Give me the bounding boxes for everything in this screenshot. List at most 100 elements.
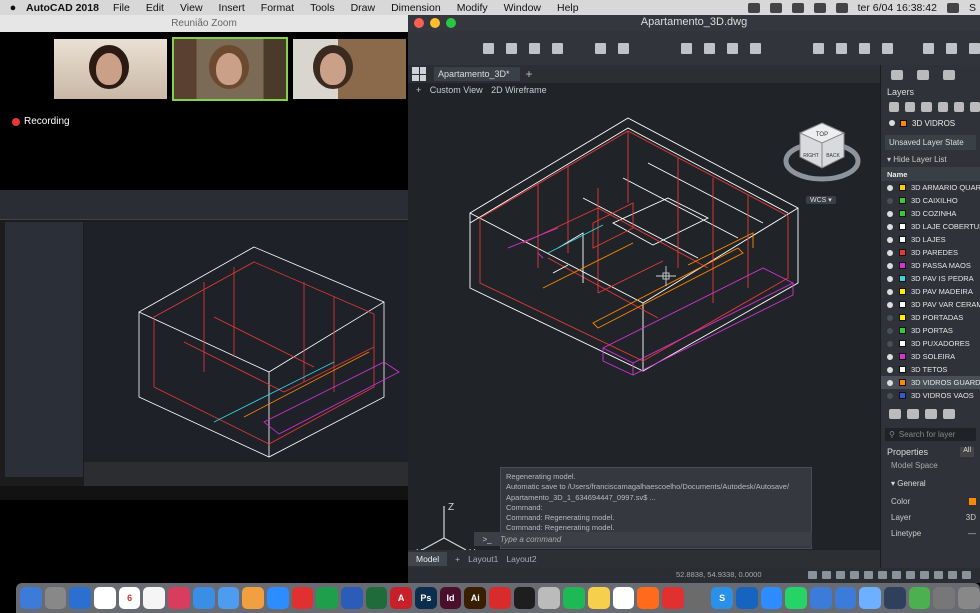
layer-visibility-icon[interactable] bbox=[887, 314, 893, 321]
layer-row[interactable]: 3D COZINHA bbox=[881, 207, 980, 220]
layer-color-swatch[interactable] bbox=[899, 236, 906, 243]
blocks-tab-icon[interactable] bbox=[917, 70, 929, 80]
layer-folder-new-icon[interactable] bbox=[943, 409, 955, 419]
new-file-icon[interactable] bbox=[483, 42, 494, 54]
layer-color-swatch[interactable] bbox=[899, 210, 906, 217]
dock-app-icon[interactable]: A bbox=[390, 587, 412, 609]
dock-app-icon[interactable] bbox=[69, 587, 92, 609]
property-layer[interactable]: Layer 3D bbox=[881, 509, 980, 525]
share-icon[interactable] bbox=[750, 42, 761, 54]
layer-visibility-icon[interactable] bbox=[887, 301, 893, 308]
dock-app-icon[interactable] bbox=[192, 587, 215, 609]
layer-visibility-icon[interactable] bbox=[887, 236, 893, 243]
dock-app-icon[interactable] bbox=[563, 587, 585, 609]
pan-tool-icon[interactable] bbox=[946, 42, 957, 54]
orbit-tool-icon[interactable] bbox=[969, 42, 980, 54]
polar-toggle-icon[interactable] bbox=[850, 571, 859, 579]
ortho-toggle-icon[interactable] bbox=[836, 571, 845, 579]
save-icon[interactable] bbox=[529, 42, 540, 54]
wifi-icon[interactable] bbox=[791, 2, 804, 13]
layer-settings-icon[interactable] bbox=[889, 409, 901, 419]
layer-visibility-icon[interactable] bbox=[887, 223, 893, 230]
layer-visibility-icon[interactable] bbox=[887, 262, 893, 269]
layer-visibility-icon[interactable] bbox=[887, 392, 893, 399]
layer-visibility-icon[interactable] bbox=[887, 210, 893, 217]
menu-modify[interactable]: Modify bbox=[457, 2, 488, 14]
command-prompt-icon[interactable]: >_ bbox=[474, 535, 500, 544]
layer-row[interactable]: 3D PAV VAR CERAM bbox=[881, 298, 980, 311]
layer-row[interactable]: 3D PASSA MAOS bbox=[881, 259, 980, 272]
layer-color-swatch[interactable] bbox=[899, 275, 906, 282]
layer-visibility-icon[interactable] bbox=[887, 353, 893, 360]
dock-app-icon[interactable] bbox=[340, 587, 363, 609]
dock-app-icon[interactable] bbox=[735, 587, 758, 609]
layer-row[interactable]: 3D CAIXILHO bbox=[881, 194, 980, 207]
dock-app-icon[interactable]: Ps bbox=[415, 587, 437, 609]
layer-row[interactable]: 3D VIDROS GUARD bbox=[881, 376, 980, 389]
osnap-toggle-icon[interactable] bbox=[864, 571, 873, 579]
dock-app-icon[interactable] bbox=[637, 587, 659, 609]
dock-app-icon[interactable] bbox=[587, 587, 610, 609]
layer-color-swatch[interactable] bbox=[899, 184, 906, 191]
dock-app-icon[interactable] bbox=[44, 587, 67, 609]
snap-toggle-icon[interactable] bbox=[822, 571, 831, 579]
layer-color-swatch[interactable] bbox=[899, 197, 906, 204]
layer-visibility-icon[interactable] bbox=[887, 288, 893, 295]
dock-app-icon[interactable] bbox=[316, 587, 338, 609]
layer-row[interactable]: 3D PAV IS PEDRA bbox=[881, 272, 980, 285]
menu-help[interactable]: Help bbox=[557, 2, 579, 14]
tab-model[interactable]: Model bbox=[408, 552, 448, 566]
layer-row[interactable]: 3D PORTAS bbox=[881, 324, 980, 337]
delete-layer-icon[interactable] bbox=[953, 102, 964, 112]
layer-row[interactable]: 3D PORTADAS bbox=[881, 311, 980, 324]
layer-row[interactable]: 3D PAREDES bbox=[881, 246, 980, 259]
flag-icon[interactable] bbox=[835, 2, 848, 13]
dock-app-icon[interactable] bbox=[365, 587, 388, 609]
participant-tile[interactable] bbox=[291, 37, 408, 101]
dock-app-icon[interactable] bbox=[686, 587, 709, 609]
dock-app-icon[interactable]: S bbox=[711, 587, 733, 609]
layer-visibility-icon[interactable] bbox=[887, 184, 893, 191]
dock-app-icon[interactable] bbox=[143, 587, 166, 609]
layer-row[interactable]: 3D VIDROS VAOS bbox=[881, 389, 980, 402]
command-input[interactable]: Type a command bbox=[500, 535, 561, 544]
layer-color-swatch[interactable] bbox=[899, 340, 906, 347]
layer-search-field[interactable]: ⚲ Search for layer bbox=[885, 428, 976, 441]
menu-view[interactable]: View bbox=[180, 2, 203, 14]
zoom-status-icon[interactable] bbox=[747, 2, 760, 13]
bluetooth-icon[interactable] bbox=[769, 2, 782, 13]
layer-color-swatch[interactable] bbox=[899, 301, 906, 308]
viewcube[interactable]: TOP RIGHT BACK bbox=[782, 113, 862, 193]
menu-file[interactable]: File bbox=[113, 2, 130, 14]
current-layer[interactable]: 3D VIDROS bbox=[881, 115, 980, 131]
dock-app-icon[interactable] bbox=[20, 587, 42, 609]
dock-app-icon[interactable] bbox=[933, 587, 956, 609]
layer-row[interactable]: 3D LAJES bbox=[881, 233, 980, 246]
layer-color-swatch[interactable] bbox=[899, 392, 906, 399]
app-name-menu[interactable]: AutoCAD 2018 bbox=[26, 2, 99, 14]
layers-tool-icon[interactable] bbox=[859, 42, 870, 54]
menu-insert[interactable]: Insert bbox=[219, 2, 245, 14]
layer-visibility-icon[interactable] bbox=[887, 249, 893, 256]
document-tab[interactable]: Apartamento_3D* bbox=[434, 67, 520, 81]
dock-app-icon[interactable] bbox=[242, 587, 264, 609]
dock-app-icon[interactable] bbox=[908, 587, 931, 609]
clock[interactable]: ter 6/04 16:38:42 bbox=[858, 2, 937, 14]
new-tab-icon[interactable]: + bbox=[526, 67, 533, 81]
layers-tab-icon[interactable] bbox=[891, 70, 903, 80]
dock-app-icon[interactable] bbox=[266, 587, 289, 609]
layer-color-swatch[interactable] bbox=[899, 314, 906, 321]
general-section[interactable]: ▾ General bbox=[881, 475, 980, 493]
dock-app-icon[interactable] bbox=[859, 587, 882, 609]
new-layer-icon[interactable] bbox=[889, 102, 900, 112]
participant-tile[interactable] bbox=[52, 37, 169, 101]
properties-tab-icon[interactable] bbox=[943, 70, 955, 80]
participant-tile-active[interactable] bbox=[171, 37, 289, 101]
dock-app-icon[interactable] bbox=[217, 587, 240, 609]
menu-edit[interactable]: Edit bbox=[146, 2, 164, 14]
export-icon[interactable] bbox=[836, 42, 847, 54]
layer-color-swatch[interactable] bbox=[899, 288, 906, 295]
layer-row[interactable]: 3D ARMARIO QUAR bbox=[881, 181, 980, 194]
layer-color-swatch[interactable] bbox=[899, 249, 906, 256]
dock-app-icon[interactable]: Id bbox=[439, 587, 462, 609]
